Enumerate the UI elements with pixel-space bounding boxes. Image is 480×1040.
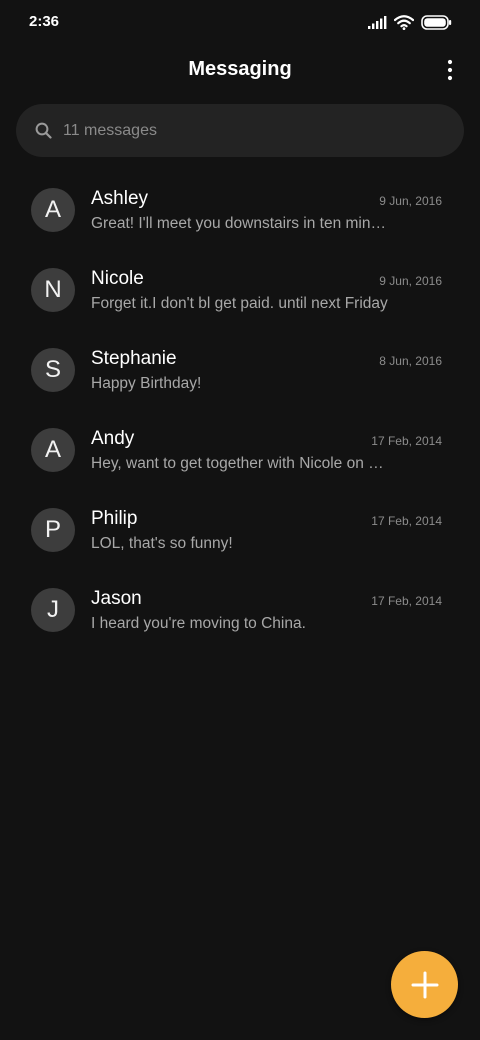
conversation-item[interactable]: P Philip 17 Feb, 2014 LOL, that's so fun…	[0, 492, 480, 572]
contact-name: Stephanie	[91, 348, 177, 369]
more-options-button[interactable]	[444, 58, 456, 82]
avatar: S	[31, 348, 75, 392]
more-vertical-icon	[447, 59, 453, 81]
search-icon	[35, 122, 52, 139]
new-message-button[interactable]	[391, 951, 458, 1018]
conversation-item[interactable]: N Nicole 9 Jun, 2016 Forget it.I don't b…	[0, 252, 480, 332]
contact-name: Nicole	[91, 268, 144, 289]
contact-name: Philip	[91, 508, 138, 529]
message-date: 17 Feb, 2014	[371, 514, 442, 528]
message-date: 9 Jun, 2016	[379, 194, 442, 208]
wifi-icon	[394, 14, 414, 30]
battery-icon	[421, 14, 452, 30]
avatar: A	[31, 428, 75, 472]
message-preview: Forget it.I don't bl get paid. until nex…	[91, 295, 388, 312]
plus-icon	[411, 971, 438, 998]
message-date: 8 Jun, 2016	[379, 354, 442, 368]
message-preview: Hey, want to get together with Nicole on…	[91, 455, 393, 472]
conversation-item[interactable]: A Ashley 9 Jun, 2016 Great! I'll meet yo…	[0, 172, 480, 252]
avatar: P	[31, 508, 75, 552]
conversation-list: A Ashley 9 Jun, 2016 Great! I'll meet yo…	[0, 172, 480, 652]
contact-name: Ashley	[91, 188, 149, 209]
contact-name: Jason	[91, 588, 142, 609]
contact-name: Andy	[91, 428, 135, 449]
message-date: 17 Feb, 2014	[371, 594, 442, 608]
signal-icon	[368, 15, 387, 29]
search-bar[interactable]	[16, 104, 464, 157]
status-time: 2:36	[29, 13, 60, 30]
message-preview: Happy Birthday!	[91, 375, 202, 392]
search-input[interactable]	[63, 104, 443, 157]
message-preview: LOL, that's so funny!	[91, 535, 233, 552]
message-preview: I heard you're moving to China.	[91, 615, 306, 632]
page-title: Messaging	[188, 58, 292, 80]
message-preview: Great! I'll meet you downstairs in ten m…	[91, 215, 393, 232]
status-bar: 2:36	[0, 0, 480, 44]
message-date: 17 Feb, 2014	[371, 434, 442, 448]
avatar: A	[31, 188, 75, 232]
conversation-item[interactable]: A Andy 17 Feb, 2014 Hey, want to get tog…	[0, 412, 480, 492]
message-date: 9 Jun, 2016	[379, 274, 442, 288]
app-bar: Messaging	[0, 44, 480, 96]
conversation-item[interactable]: J Jason 17 Feb, 2014 I heard you're movi…	[0, 572, 480, 652]
avatar: J	[31, 588, 75, 632]
conversation-item[interactable]: S Stephanie 8 Jun, 2016 Happy Birthday!	[0, 332, 480, 412]
avatar: N	[31, 268, 75, 312]
status-icons	[368, 12, 452, 32]
